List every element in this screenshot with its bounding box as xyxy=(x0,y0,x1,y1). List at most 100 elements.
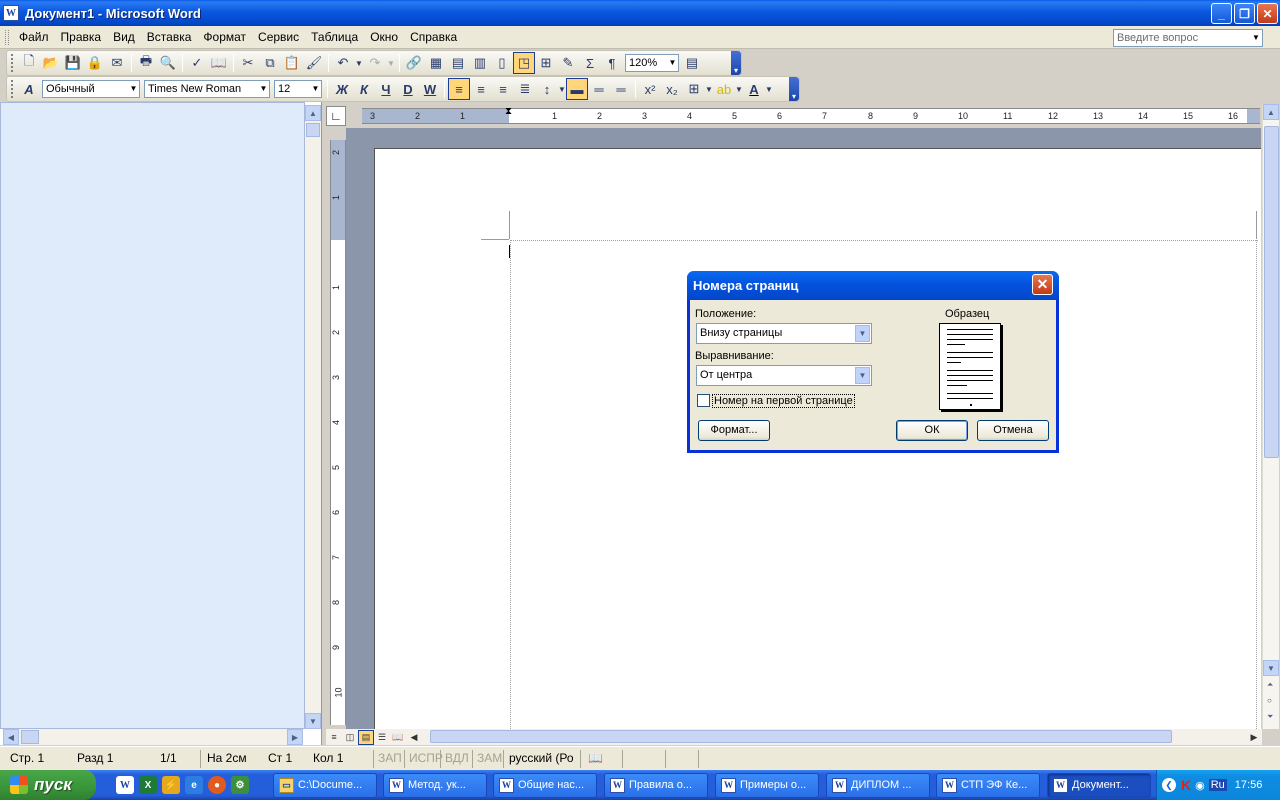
scroll-down-icon[interactable]: ▼ xyxy=(1263,660,1279,676)
taskbar-item[interactable]: W Метод. ук... xyxy=(383,773,487,798)
first-page-checkbox[interactable] xyxy=(697,394,710,407)
taskbar-item[interactable]: W Общие нас... xyxy=(493,773,597,798)
alignment-select[interactable]: От центра ▼ xyxy=(696,365,872,386)
font-size-select[interactable]: 12 ▼ xyxy=(274,80,322,98)
word-quicklaunch-icon[interactable]: W xyxy=(116,776,134,794)
restore-button[interactable]: ❐ xyxy=(1234,3,1255,24)
align-right-icon[interactable]: ≡ xyxy=(492,78,514,100)
align-left-icon[interactable]: ≡ xyxy=(448,78,470,100)
chevron-down-icon[interactable]: ▼ xyxy=(855,325,870,342)
bottom-border-icon[interactable]: ═ xyxy=(610,78,632,100)
excel-quicklaunch-icon[interactable]: X xyxy=(139,776,157,794)
scroll-up-icon[interactable]: ▲ xyxy=(305,105,321,121)
line-spacing-dropdown-icon[interactable]: ▼ xyxy=(558,78,566,100)
show-hide-icon[interactable]: ¶ xyxy=(601,52,623,74)
chevron-down-icon[interactable]: ▼ xyxy=(128,81,139,97)
scroll-thumb[interactable] xyxy=(1264,126,1279,458)
toolbar-grip[interactable] xyxy=(11,80,14,98)
dialog-close-button[interactable]: ✕ xyxy=(1032,274,1053,295)
vertical-ruler[interactable]: 2 1 1 2 3 4 5 6 7 8 9 10 xyxy=(330,140,346,725)
bold-button[interactable]: Ж xyxy=(331,78,353,100)
new-document-icon[interactable]: 🗋 xyxy=(18,52,40,74)
superscript-icon[interactable]: x² xyxy=(639,78,661,100)
print-preview-icon[interactable]: 🔍 xyxy=(157,52,179,74)
menu-edit[interactable]: Правка xyxy=(55,27,108,47)
taskbar-item-active[interactable]: W Документ... xyxy=(1047,773,1151,798)
status-ext[interactable]: ВДЛ xyxy=(445,751,469,765)
winamp-quicklaunch-icon[interactable]: ⚡ xyxy=(162,776,180,794)
line-spacing-icon[interactable]: ↕ xyxy=(536,78,558,100)
sum-icon[interactable]: Σ xyxy=(579,52,601,74)
status-language[interactable]: русский (Ро xyxy=(509,751,574,765)
outline-view-icon[interactable]: ☰ xyxy=(374,730,390,745)
read-mode-icon[interactable]: ▤ xyxy=(681,52,703,74)
status-ovr[interactable]: ЗАМ xyxy=(477,751,502,765)
start-button[interactable]: пуск xyxy=(0,770,96,800)
double-underline-button[interactable]: D xyxy=(397,78,419,100)
cut-icon[interactable]: ✂ xyxy=(237,52,259,74)
horizontal-ruler[interactable]: 3 2 1 1 2 3 4 5 6 7 8 9 10 11 12 13 14 1… xyxy=(362,106,1260,124)
spelling-icon[interactable]: ✓ xyxy=(186,52,208,74)
copy-icon[interactable]: ⧉ xyxy=(259,52,281,74)
undo-dropdown-icon[interactable]: ▼ xyxy=(354,52,364,74)
zoom-select[interactable]: 120% ▼ xyxy=(625,54,679,72)
task-pane-hscroll[interactable]: ◀ ▶ xyxy=(3,729,303,745)
show-hidden-icons-icon[interactable]: ❮ xyxy=(1162,778,1176,792)
status-rec[interactable]: ЗАП xyxy=(378,751,402,765)
print-layout-icon[interactable]: ▤ xyxy=(358,729,374,745)
ie-quicklaunch-icon[interactable]: e xyxy=(185,776,203,794)
document-map-icon[interactable]: ⊞ xyxy=(535,52,557,74)
chevron-down-icon[interactable]: ▼ xyxy=(667,55,678,71)
top-border-icon[interactable]: ▬ xyxy=(566,78,588,100)
horizontal-scroll-thumb[interactable] xyxy=(430,730,1172,743)
menu-view[interactable]: Вид xyxy=(107,27,141,47)
align-center-icon[interactable]: ≡ xyxy=(470,78,492,100)
toolbar-options-icon[interactable]: ▾ xyxy=(731,51,741,75)
email-icon[interactable]: ✉ xyxy=(106,52,128,74)
font-color-icon[interactable]: A xyxy=(743,78,765,100)
style-select[interactable]: Обычный ▼ xyxy=(42,80,140,98)
permission-icon[interactable]: 🔒 xyxy=(84,52,106,74)
network-icon[interactable]: ◉ xyxy=(1195,779,1205,792)
taskbar-item[interactable]: W Правила о... xyxy=(604,773,708,798)
scroll-up-icon[interactable]: ▲ xyxy=(1263,104,1279,120)
minimize-button[interactable]: _ xyxy=(1211,3,1232,24)
drawing-icon[interactable]: ◳ xyxy=(513,52,535,74)
highlight-icon[interactable]: ab xyxy=(713,78,735,100)
scroll-left-icon[interactable]: ◀ xyxy=(406,730,422,745)
language-indicator[interactable]: Ru xyxy=(1208,779,1227,791)
columns-icon[interactable]: ▯ xyxy=(491,52,513,74)
underline-button[interactable]: Ч xyxy=(375,78,397,100)
browse-object-icon[interactable]: ○ xyxy=(1267,696,1272,705)
taskbar-item[interactable]: W СТП ЭФ Ке... xyxy=(936,773,1040,798)
italic-button[interactable]: К xyxy=(353,78,375,100)
borders-dropdown-icon[interactable]: ▼ xyxy=(705,78,713,100)
chevron-down-icon[interactable]: ▼ xyxy=(855,367,870,384)
kaspersky-icon[interactable]: K xyxy=(1181,777,1191,793)
position-select[interactable]: Внизу страницы ▼ xyxy=(696,323,872,344)
menu-file[interactable]: Файл xyxy=(13,27,55,47)
wordart-button[interactable]: W xyxy=(419,78,441,100)
scroll-down-icon[interactable]: ▼ xyxy=(305,713,321,729)
first-page-label[interactable]: Номер на первой странице xyxy=(712,394,855,408)
redo-dropdown-icon[interactable]: ▼ xyxy=(386,52,396,74)
taskbar-item[interactable]: ▭ C:\Docume... xyxy=(273,773,377,798)
status-trk[interactable]: ИСПР xyxy=(409,751,443,765)
menu-table[interactable]: Таблица xyxy=(305,27,364,47)
borders-icon[interactable]: ⊞ xyxy=(683,78,705,100)
scroll-thumb[interactable] xyxy=(21,730,39,744)
indent-marker-icon[interactable]: ⧗ xyxy=(505,106,512,117)
tables-borders-icon[interactable]: ▦ xyxy=(425,52,447,74)
edit-icon[interactable]: ✎ xyxy=(557,52,579,74)
format-button[interactable]: Формат... xyxy=(698,420,770,441)
menu-help[interactable]: Справка xyxy=(404,27,463,47)
menubar-grip[interactable] xyxy=(5,29,9,45)
dialog-title[interactable]: Номера страниц xyxy=(687,271,1059,300)
scroll-right-icon[interactable]: ▶ xyxy=(1246,730,1262,745)
justify-icon[interactable]: ≣ xyxy=(514,78,536,100)
menu-format[interactable]: Формат xyxy=(197,27,252,47)
hyperlink-icon[interactable]: 🔗 xyxy=(403,52,425,74)
insert-excel-icon[interactable]: ▥ xyxy=(469,52,491,74)
font-select[interactable]: Times New Roman ▼ xyxy=(144,80,270,98)
insert-table-icon[interactable]: ▤ xyxy=(447,52,469,74)
